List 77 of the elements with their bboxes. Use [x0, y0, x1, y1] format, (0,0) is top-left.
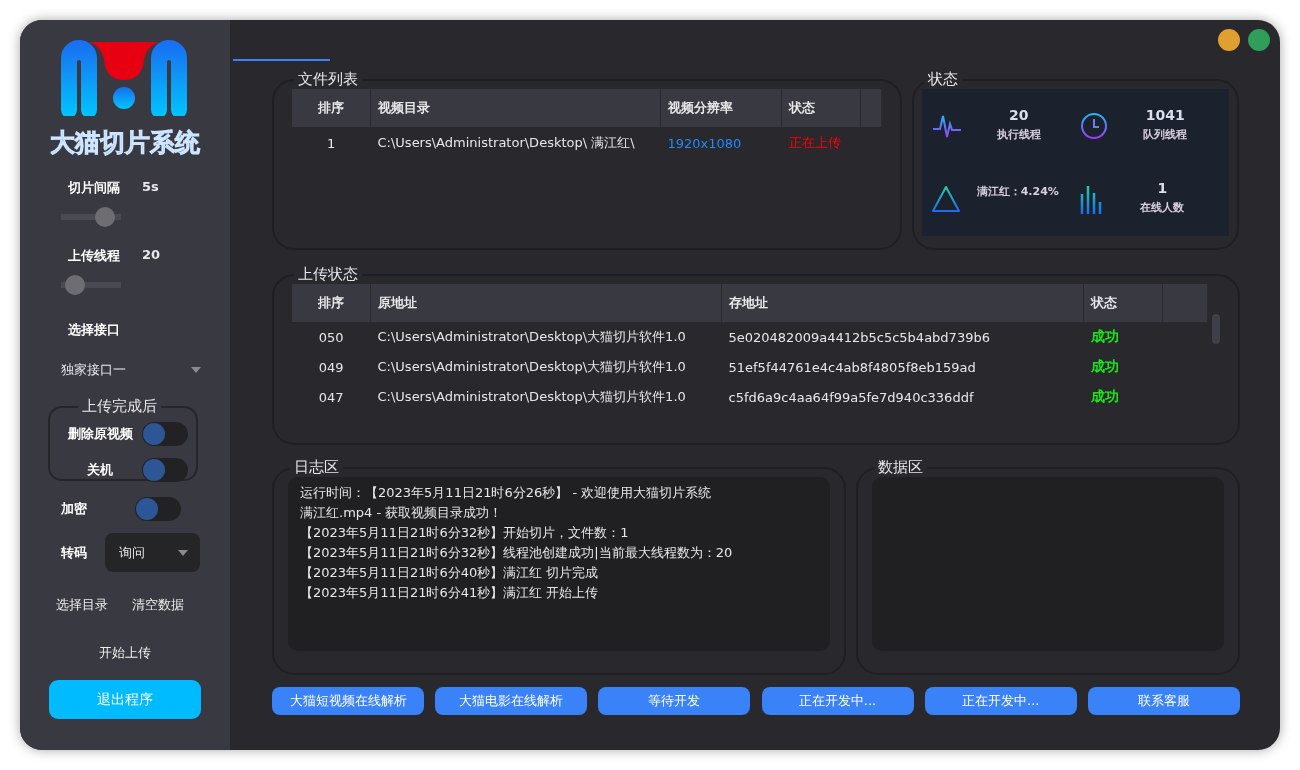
table-cell: 1920x1080 — [660, 127, 782, 159]
interface-dropdown[interactable]: 独家接口一 — [61, 359, 201, 381]
table-cell: C:\Users\Administrator\Desktop\大猫切片软件1.0 — [370, 322, 722, 352]
warning-icon — [932, 185, 960, 214]
stat-value: 1041 — [1144, 106, 1186, 123]
log-line: 运行时间：【2023年5月11日21时6分26秒】 - 欢迎使用大猫切片系统 — [300, 484, 713, 502]
log-line: 【2023年5月11日21时6分41秒】满江红 开始上传 — [300, 584, 600, 602]
feature-button[interactable]: 大猫电影在线解析 — [435, 687, 588, 715]
start-upload-button[interactable]: 开始上传 — [99, 644, 151, 662]
log-line: 【2023年5月11日21时6分40秒】满江红 切片完成 — [300, 564, 600, 582]
setting-label: 上传线程 — [68, 247, 120, 265]
column-header: 排序 — [292, 284, 371, 322]
app-title: 大猫切片系统 — [50, 127, 200, 159]
table-cell-text: 049 — [317, 358, 345, 377]
stat-label: 在线人数 — [1139, 200, 1186, 216]
column-header: 状态 — [1083, 284, 1163, 322]
toggle-switch[interactable] — [135, 497, 181, 521]
toggle-label: 加密 — [61, 500, 87, 518]
feature-button[interactable]: 等待开发 — [598, 687, 751, 715]
action-button[interactable]: 选择目录 — [56, 596, 108, 614]
column-header: 状态 — [781, 89, 861, 127]
status-cell: 正在上传 — [781, 127, 861, 159]
toggle-label: 关机 — [86, 461, 114, 479]
table-cell-text: 51ef5f44761e4c4ab8f4805f8eb159ad — [727, 358, 977, 377]
stat-label: 队列线程 — [1142, 126, 1189, 142]
panel-title: 上传状态 — [297, 265, 359, 284]
panel-title: 文件列表 — [297, 70, 359, 89]
stat-value: 1 — [1156, 180, 1169, 197]
action-button[interactable]: 清空数据 — [132, 596, 184, 614]
table-cell-text: C:\Users\Administrator\Desktop\大猫切片软件1.0 — [376, 388, 687, 406]
toggle-switch[interactable] — [142, 422, 188, 446]
feature-button[interactable]: 联系客服 — [1087, 687, 1240, 715]
caret-icon — [178, 549, 188, 556]
setting-label: 切片间隔 — [68, 179, 120, 197]
column-header: 存地址 — [721, 284, 1084, 322]
setting-value: 20 — [142, 247, 161, 264]
stat-value: 20 — [1008, 106, 1030, 123]
column-header: 视频目录 — [370, 89, 661, 127]
setting-label: 转码 — [61, 543, 87, 562]
log-line: 【2023年5月11日21时6分32秒】线程池创建成功|当前最大线程数为：20 — [300, 544, 734, 562]
panel-title: 状态 — [927, 70, 959, 89]
status-cell: 成功 — [1083, 322, 1163, 352]
feature-button[interactable]: 正在开发中... — [924, 687, 1077, 715]
panel-title: 数据区 — [877, 458, 924, 477]
bar-chart-icon — [1079, 184, 1102, 215]
status-cell-text: 成功 — [1089, 357, 1120, 376]
feature-button[interactable]: 正在开发中... — [761, 687, 914, 715]
table-cell: 5e020482009a4412b5c5c5b4abd739b6 — [721, 322, 1084, 352]
minimize-icon[interactable] — [1218, 29, 1240, 51]
table-cell-text: c5fd6a9c4aa64f99a5fe7d940c336ddf — [727, 388, 975, 407]
table-cell-text: C:\Users\Administrator\Desktop\大猫切片软件1.0 — [376, 358, 687, 376]
feature-button[interactable]: 大猫短视频在线解析 — [272, 687, 424, 715]
status-cell-text: 成功 — [1089, 387, 1120, 406]
column-header: 排序 — [292, 89, 371, 127]
table-cell: C:\Users\Administrator\Desktop\ 满江红\ — [370, 127, 661, 159]
log-line: 满江红.mp4 - 获取视频目录成功！ — [300, 504, 504, 522]
toggle-label: 删除原视频 — [66, 425, 134, 443]
table-cell-text: 047 — [317, 388, 345, 407]
group-title: 上传完成后 — [81, 397, 158, 416]
setting-value: 5s — [142, 179, 159, 196]
slider-thumb[interactable] — [95, 207, 115, 227]
maximize-icon[interactable] — [1248, 29, 1270, 51]
column-header: 原地址 — [370, 284, 722, 322]
caret-icon — [191, 367, 201, 373]
transcode-dropdown[interactable]: 询问 — [105, 533, 200, 572]
stat-label: 满江红：4.24% — [975, 184, 1060, 200]
stat-label: 执行线程 — [995, 126, 1042, 142]
column-header: 视频分辨率 — [660, 89, 782, 127]
scrollbar[interactable] — [1212, 314, 1220, 344]
slider-thumb[interactable] — [65, 275, 85, 295]
exit-button[interactable]: 退出程序 — [49, 680, 201, 719]
log-line: 【2023年5月11日21时6分32秒】开始切片，文件数：1 — [300, 524, 630, 542]
table-cell: 1 — [292, 127, 371, 159]
setting-label: 选择接口 — [68, 321, 120, 339]
table-cell: 050 — [292, 322, 371, 352]
toggle-switch[interactable] — [142, 458, 188, 482]
panel-title: 日志区 — [293, 458, 340, 477]
